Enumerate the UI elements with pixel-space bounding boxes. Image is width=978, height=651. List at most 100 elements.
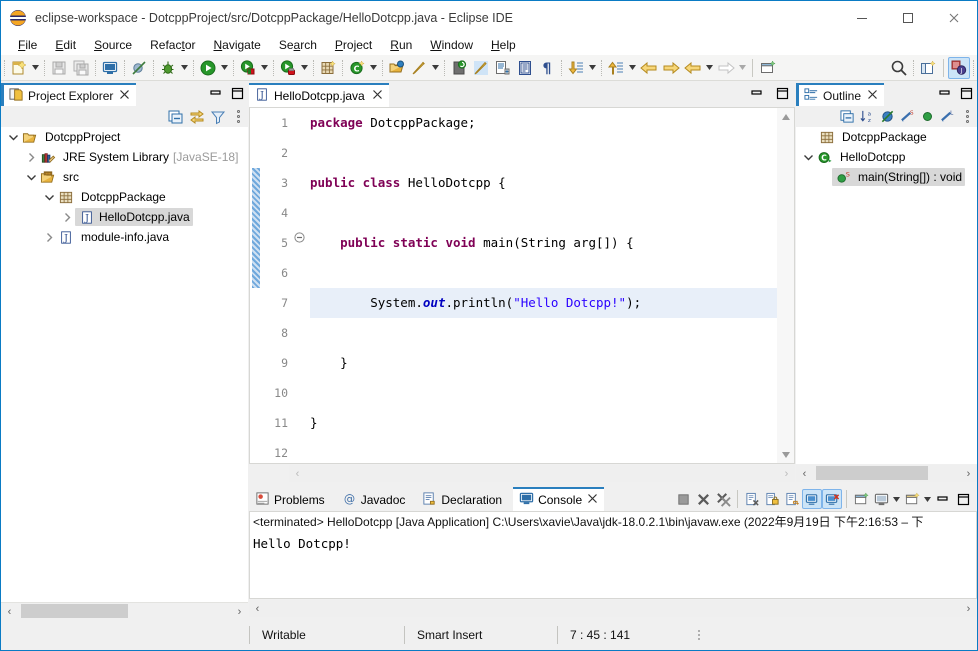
maximize-icon[interactable] [776, 87, 789, 103]
toggle-markoccurrences-icon[interactable] [470, 57, 492, 79]
minimize-icon[interactable] [939, 87, 952, 103]
menu-search[interactable]: Search [270, 36, 326, 54]
tab-declaration[interactable]: Declaration [416, 487, 513, 511]
twisty-open-icon[interactable] [23, 169, 39, 185]
skip-breakpoints-icon[interactable] [128, 57, 150, 79]
hide-nonpublic-icon[interactable] [918, 107, 937, 126]
forward-icon[interactable] [660, 57, 682, 79]
view-menu-icon[interactable] [958, 107, 977, 126]
outline-item-dotcpppackage[interactable]: DotcppPackage [796, 127, 977, 147]
display-console-dropdown-icon[interactable] [891, 488, 902, 510]
tab-project-explorer[interactable]: Project Explorer [1, 83, 136, 106]
pin-console-icon[interactable] [851, 489, 871, 509]
toggle-block-selection-icon[interactable] [492, 57, 514, 79]
menu-file[interactable]: File [9, 36, 46, 54]
editor-hscrollbar[interactable]: ‹ › [289, 465, 795, 482]
close-icon[interactable] [587, 493, 598, 507]
hscroll-thumb[interactable] [816, 466, 928, 480]
previous-annotation-icon[interactable] [605, 57, 627, 79]
minimize-icon[interactable] [751, 87, 764, 103]
clear-console-icon[interactable] [742, 489, 762, 509]
new-java-console-icon[interactable] [99, 57, 121, 79]
next-edit-dropdown-icon[interactable] [737, 57, 748, 79]
open-perspective-icon[interactable] [917, 57, 939, 79]
editor-vscrollbar[interactable] [777, 108, 794, 463]
display-selected-console-icon[interactable] [871, 489, 891, 509]
run-coverage-icon[interactable] [237, 57, 259, 79]
outline-item-hellodotcpp[interactable]: C HelloDotcpp [796, 147, 977, 167]
window-minimize-button[interactable] [839, 2, 885, 33]
scroll-right-arrow-icon[interactable]: › [231, 603, 248, 620]
previous-annotation-dropdown-icon[interactable] [627, 57, 638, 79]
fold-collapse-icon[interactable] [294, 232, 305, 246]
run-icon[interactable] [197, 57, 219, 79]
editor-marker-ruler[interactable] [250, 108, 266, 463]
search-icon[interactable] [888, 57, 910, 79]
console-hscrollbar[interactable]: ‹ › [249, 600, 977, 617]
new-class-dropdown-icon[interactable] [368, 57, 379, 79]
link-with-editor-icon[interactable] [187, 107, 206, 126]
twisty-open-icon[interactable] [41, 189, 57, 205]
run-external-tools-icon[interactable] [277, 57, 299, 79]
scroll-right-arrow-icon[interactable]: › [778, 465, 795, 482]
java-perspective-icon[interactable]: J [948, 57, 970, 79]
scroll-left-arrow-icon[interactable]: ‹ [289, 465, 306, 482]
menu-refactor[interactable]: Refactor [141, 36, 204, 54]
filter-icon[interactable] [208, 107, 227, 126]
hscroll-track[interactable] [18, 603, 231, 620]
open-console-icon[interactable] [902, 489, 922, 509]
scroll-left-arrow-icon[interactable]: ‹ [249, 600, 266, 617]
debug-dropdown-icon[interactable] [179, 57, 190, 79]
menu-edit[interactable]: Edit [46, 36, 85, 54]
next-annotation-icon[interactable] [565, 57, 587, 79]
remove-all-terminated-icon[interactable] [713, 489, 733, 509]
status-more-icon[interactable] [692, 630, 706, 640]
scroll-right-arrow-icon[interactable]: › [960, 600, 977, 617]
close-icon[interactable] [867, 89, 878, 103]
maximize-icon[interactable] [231, 87, 244, 103]
run-dropdown-icon[interactable] [219, 57, 230, 79]
maximize-icon[interactable] [960, 87, 973, 103]
word-wrap-icon[interactable] [782, 489, 802, 509]
open-type-icon[interactable] [386, 57, 408, 79]
view-menu-icon[interactable] [229, 107, 248, 126]
prev-edit-icon[interactable] [682, 57, 704, 79]
twisty-open-icon[interactable] [800, 149, 816, 165]
tree-item-jre-system-library[interactable]: JRE System Library [JavaSE-18] [1, 147, 248, 167]
outline-tree[interactable]: DotcppPackage C HelloDotcpp [796, 127, 977, 464]
scroll-lock-icon[interactable] [762, 489, 782, 509]
tab-javadoc[interactable]: @ Javadoc [336, 487, 417, 511]
open-console-dropdown-icon[interactable] [922, 488, 933, 510]
new-package-icon[interactable] [317, 57, 339, 79]
menu-source[interactable]: Source [85, 36, 141, 54]
tree-item-dotcppproject[interactable]: DotcppProject [1, 127, 248, 147]
back-icon[interactable] [638, 57, 660, 79]
remove-launch-icon[interactable] [693, 489, 713, 509]
tree-item-module-info-java[interactable]: J module-info.java [1, 227, 248, 247]
scroll-down-arrow-icon[interactable] [777, 446, 794, 463]
coverage-dropdown-icon[interactable] [259, 57, 270, 79]
show-whitespace-icon[interactable] [514, 57, 536, 79]
menu-help[interactable]: Help [482, 36, 525, 54]
save-icon[interactable] [48, 57, 70, 79]
maximize-icon[interactable] [953, 489, 973, 509]
tab-outline[interactable]: Outline [796, 83, 884, 106]
close-icon[interactable] [372, 89, 383, 103]
tree-item-hellodotcpp-java[interactable]: J HelloDotcpp.java [1, 207, 248, 227]
menu-window[interactable]: Window [421, 36, 482, 54]
tree-item-dotcpppackage[interactable]: DotcppPackage [1, 187, 248, 207]
editor-code[interactable]: package DotcppPackage; public class Hell… [306, 108, 777, 463]
prev-edit-dropdown-icon[interactable] [704, 57, 715, 79]
scroll-up-arrow-icon[interactable] [777, 108, 794, 125]
scroll-left-arrow-icon[interactable]: ‹ [1, 603, 18, 620]
new-annotation-icon[interactable] [408, 57, 430, 79]
new-wizard-icon[interactable] [8, 57, 30, 79]
hide-fields-icon[interactable] [878, 107, 897, 126]
hscroll-track[interactable] [306, 465, 778, 482]
tab-console[interactable]: Console [513, 487, 604, 511]
new-class-icon[interactable]: C [346, 57, 368, 79]
new-window-icon[interactable] [757, 57, 779, 79]
hide-static-icon[interactable]: S [898, 107, 917, 126]
console-content[interactable]: <terminated> HelloDotcpp [Java Applicati… [249, 511, 977, 599]
window-maximize-button[interactable] [885, 2, 931, 33]
